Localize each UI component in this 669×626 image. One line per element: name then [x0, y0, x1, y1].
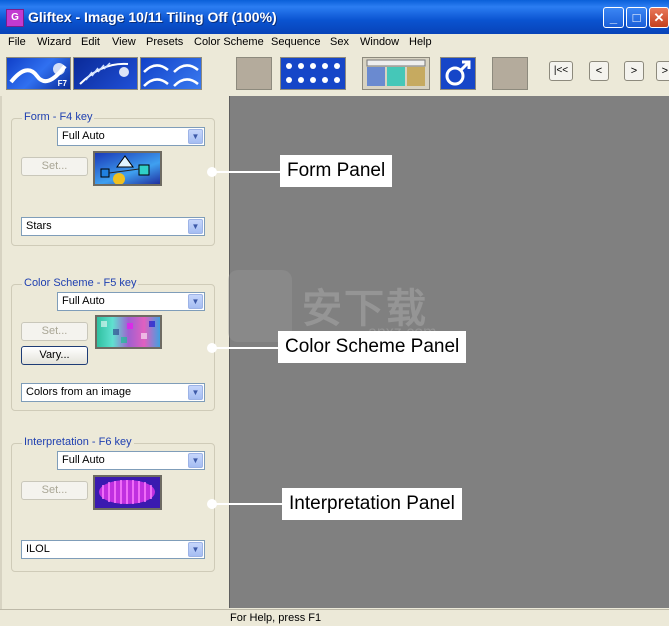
minimize-icon[interactable]: _ — [603, 7, 624, 28]
form-type-value: Stars — [26, 220, 52, 232]
menu-window[interactable]: Window — [360, 36, 399, 48]
form-group: Form - F4 key Full Auto ▼ Set... Stars ▼ — [11, 111, 215, 246]
color-source-select[interactable]: Colors from an image ▼ — [21, 383, 205, 402]
callout-color-scheme-panel: Color Scheme Panel — [278, 331, 467, 363]
color-set-button[interactable]: Set... — [21, 322, 88, 341]
interp-type-value: ILOL — [26, 543, 50, 555]
wave-pattern-icon — [99, 480, 155, 504]
color-mode-value: Full Auto — [62, 295, 105, 307]
callout-interpretation-panel: Interpretation Panel — [282, 488, 462, 520]
color-preview-image[interactable] — [95, 315, 162, 349]
close-icon[interactable]: ✕ — [649, 7, 669, 28]
feather-button[interactable] — [73, 57, 138, 90]
form-shape-icon — [100, 155, 150, 185]
color-source-value: Colors from an image — [26, 386, 132, 398]
callout-form-panel: Form Panel — [280, 155, 393, 187]
menu-presets[interactable]: Presets — [146, 36, 183, 48]
chevron-down-icon[interactable]: ▼ — [188, 385, 203, 400]
blank-button-2[interactable] — [492, 57, 528, 90]
blank-button-1[interactable] — [236, 57, 272, 90]
app-icon[interactable]: G — [6, 9, 24, 27]
color-noise-icon — [101, 321, 155, 343]
menu-help[interactable]: Help — [409, 36, 432, 48]
nav-prev-button[interactable]: < — [589, 61, 609, 81]
male-symbol-icon — [445, 60, 471, 86]
chevron-down-icon[interactable]: ▼ — [188, 453, 203, 468]
menu-sequence[interactable]: Sequence — [271, 36, 321, 48]
interp-preview-image[interactable] — [93, 475, 162, 510]
menu-edit[interactable]: Edit — [81, 36, 100, 48]
status-text: For Help, press F1 — [230, 612, 322, 624]
chevron-down-icon[interactable]: ▼ — [188, 542, 203, 557]
left-panel: Form - F4 key Full Auto ▼ Set... Stars ▼… — [0, 96, 230, 611]
menu-color-scheme[interactable]: Color Scheme — [194, 36, 264, 48]
form-group-title: Form - F4 key — [22, 111, 95, 123]
menu-sex[interactable]: Sex — [330, 36, 349, 48]
callout-line-interp — [214, 503, 282, 505]
vary-button[interactable]: Vary... — [21, 346, 88, 365]
callout-line-form — [214, 171, 280, 173]
form-set-button[interactable]: Set... — [21, 157, 88, 176]
form-wizard-button[interactable]: F7 — [6, 57, 71, 90]
dots-pattern-icon — [286, 63, 340, 83]
nav-last-button[interactable]: > — [656, 61, 669, 81]
menu-bar: File Wizard Edit View Presets Color Sche… — [0, 34, 669, 52]
menu-wizard[interactable]: Wizard — [37, 36, 71, 48]
interpretation-group-title: Interpretation - F6 key — [22, 436, 134, 448]
sex-button[interactable] — [440, 57, 476, 90]
nav-first-button[interactable]: |<< — [549, 61, 573, 81]
feather-icon — [79, 62, 129, 85]
nav-next-button[interactable]: > — [624, 61, 644, 81]
chevron-down-icon[interactable]: ▼ — [188, 129, 203, 144]
maximize-icon[interactable]: □ — [626, 7, 647, 28]
menu-view[interactable]: View — [112, 36, 136, 48]
sequence-button[interactable] — [362, 57, 430, 90]
form-preview-image[interactable] — [93, 151, 162, 186]
form-mode-value: Full Auto — [62, 130, 105, 142]
chevron-down-icon[interactable]: ▼ — [188, 294, 203, 309]
tile-button[interactable] — [140, 57, 202, 90]
interpretation-group: Interpretation - F6 key Full Auto ▼ Set.… — [11, 436, 215, 572]
pattern-button[interactable] — [280, 57, 346, 90]
chevron-down-icon[interactable]: ▼ — [188, 219, 203, 234]
color-scheme-group-title: Color Scheme - F5 key — [22, 277, 139, 289]
title-bar: G Gliftex - Image 10/11 Tiling Off (100%… — [0, 0, 669, 34]
interp-type-select[interactable]: ILOL ▼ — [21, 540, 205, 559]
interp-mode-select[interactable]: Full Auto ▼ — [57, 451, 205, 470]
interp-set-button[interactable]: Set... — [21, 481, 88, 500]
form-type-select[interactable]: Stars ▼ — [21, 217, 205, 236]
f7-label: F7 — [57, 79, 67, 88]
interp-mode-value: Full Auto — [62, 454, 105, 466]
callout-line-color — [214, 347, 278, 349]
window-title: Gliftex - Image 10/11 Tiling Off (100%) — [28, 9, 277, 25]
sequence-icon — [366, 59, 426, 86]
menu-file[interactable]: File — [8, 36, 26, 48]
status-bar: For Help, press F1 — [0, 609, 669, 626]
tile-swoosh-icon — [143, 64, 199, 87]
toolbar: F7 |<< < > > — [0, 52, 669, 97]
form-mode-select[interactable]: Full Auto ▼ — [57, 127, 205, 146]
color-mode-select[interactable]: Full Auto ▼ — [57, 292, 205, 311]
color-scheme-group: Color Scheme - F5 key Full Auto ▼ Set...… — [11, 277, 215, 411]
